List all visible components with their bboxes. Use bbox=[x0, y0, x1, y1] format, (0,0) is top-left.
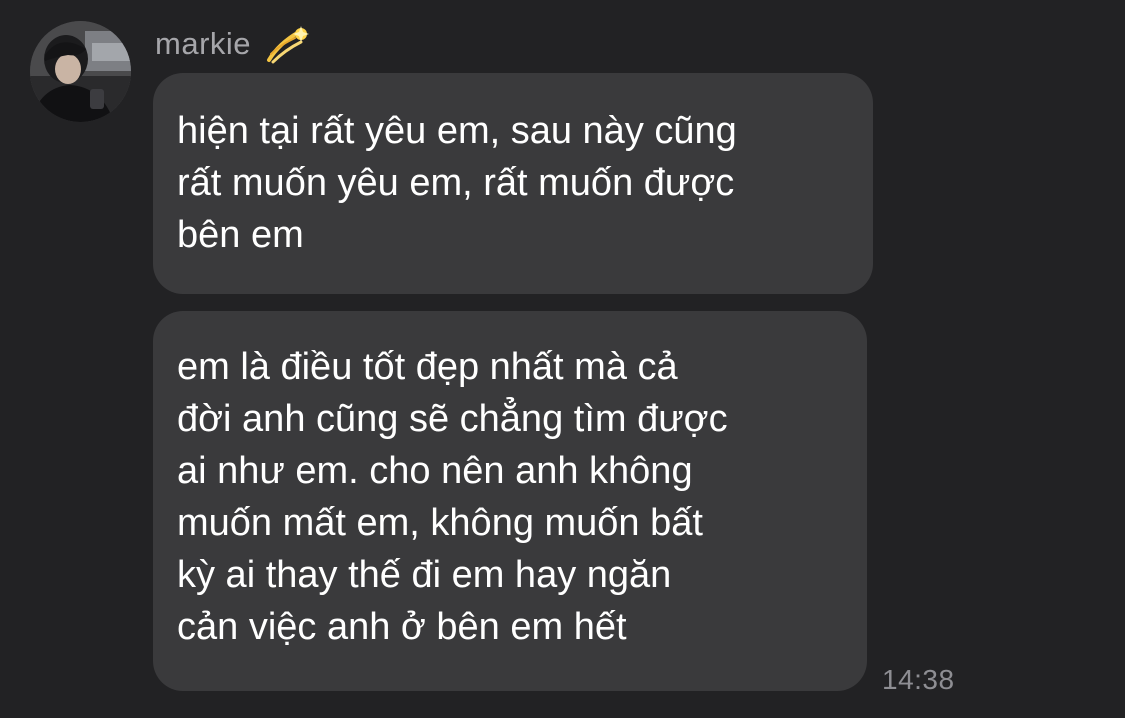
avatar-photo bbox=[30, 21, 131, 122]
sender-name: markie bbox=[155, 26, 252, 61]
dizzy-comet-icon bbox=[267, 26, 310, 64]
message-line: kỳ ai thay thế đi em hay ngăn bbox=[177, 554, 672, 596]
message-line: rất muốn yêu em, rất muốn được bbox=[177, 162, 735, 204]
message-line: bên em bbox=[177, 214, 304, 256]
message-line: đời anh cũng sẽ chẳng tìm được bbox=[177, 398, 728, 440]
message-bubble[interactable]: hiện tại rất yêu em, sau này cũng rất mu… bbox=[153, 73, 873, 294]
message-timestamp: 14:38 bbox=[882, 664, 955, 695]
sender-header: markie bbox=[155, 20, 310, 68]
message-line: em là điều tốt đẹp nhất mà cả bbox=[177, 346, 678, 388]
message-line: muốn mất em, không muốn bất bbox=[177, 502, 703, 544]
message-line: cản việc anh ở bên em hết bbox=[177, 606, 627, 648]
message-line: hiện tại rất yêu em, sau này cũng bbox=[177, 110, 737, 152]
sender-avatar[interactable] bbox=[30, 21, 131, 122]
message-line: ai như em. cho nên anh không bbox=[177, 450, 693, 492]
message-bubble[interactable]: em là điều tốt đẹp nhất mà cả đời anh cũ… bbox=[153, 311, 867, 691]
